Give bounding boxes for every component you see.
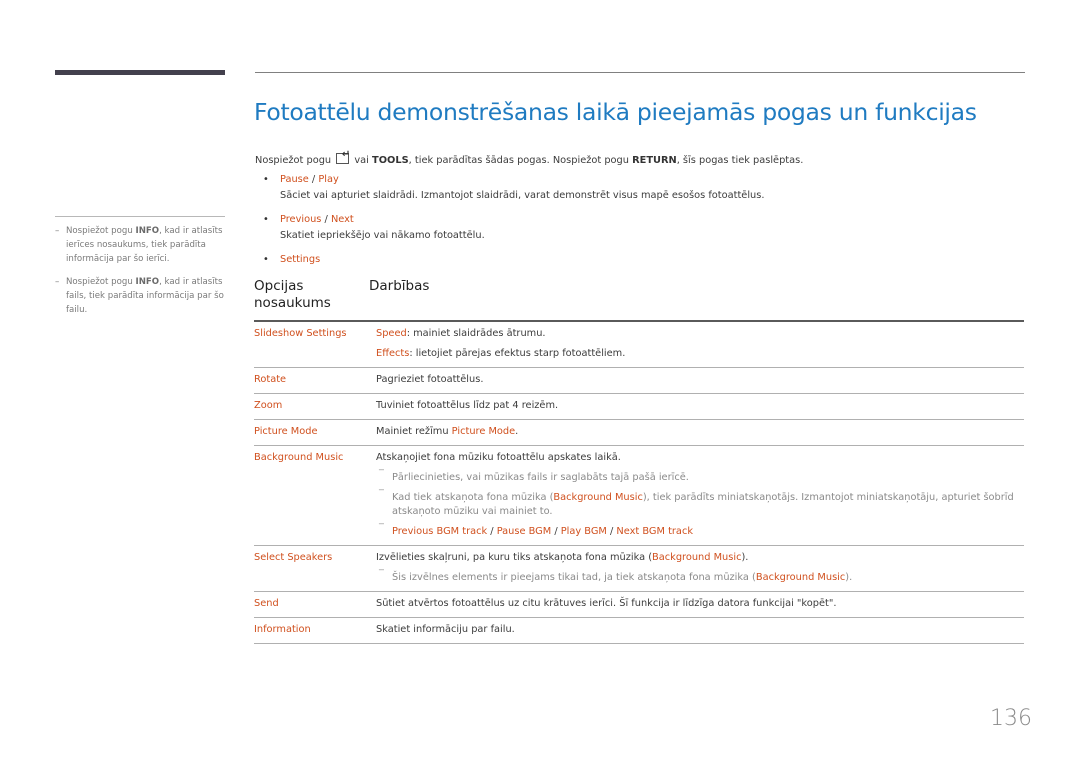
note-text: Nospiežot pogu	[66, 277, 136, 287]
item-description: Skatiet iepriekšējo vai nākamo fotoattēl…	[280, 230, 485, 241]
separator: /	[321, 214, 331, 225]
table-row: Send Sūtiet atvērtos fotoattēlus uz citu…	[254, 592, 1024, 618]
item-description: Sāciet vai apturiet slaidrādi. Izmantojo…	[280, 190, 765, 201]
option-speed: Speed	[376, 328, 407, 339]
separator: /	[308, 174, 319, 185]
list-item: • Settings	[263, 253, 1003, 267]
note-text: Nospiežot pogu	[66, 226, 136, 236]
background-music-ref: Background Music	[652, 552, 742, 563]
intro-text: , tiek parādītas šādas pogas. Nospiežot …	[408, 155, 633, 166]
background-music-ref: Background Music	[755, 572, 846, 583]
key-name: INFO	[135, 277, 160, 287]
sidebar-note: – Nospiežot pogu INFO, kad ir atlasīts i…	[55, 224, 230, 266]
option-text: Atskaņojiet fona mūziku fotoattēlu apska…	[376, 452, 621, 463]
option-name: Background Music	[254, 452, 344, 463]
option-text: Tuviniet fotoattēlus līdz pat 4 reizēm.	[376, 400, 559, 411]
sidebar-note: – Nospiežot pogu INFO, kad ir atlasīts f…	[55, 275, 230, 317]
option-effects: Effects	[376, 348, 410, 359]
option-note: ‾ Pārliecinieties, vai mūzikas fails ir s…	[376, 469, 1024, 485]
bullet-icon: •	[263, 174, 269, 185]
table-row: Slideshow Settings Speed: mainiet slaidr…	[254, 322, 1024, 368]
bullet-icon: •	[263, 214, 269, 225]
option-text: : mainiet slaidrādes ātrumu.	[406, 328, 546, 339]
column-header-action: Darbības	[369, 278, 430, 294]
option-note: ‾ Šis izvēlnes elements ir pieejams tikai…	[376, 569, 1024, 585]
table-row: Select Speakers Izvēlieties skaļruni, pa…	[254, 546, 1024, 592]
picture-mode-ref: Picture Mode	[451, 426, 516, 437]
list-item: • Previous / Next Skatiet iepriekšējo va…	[263, 213, 1003, 243]
intro-text: , šīs pogas tiek paslēptas.	[676, 155, 804, 166]
option-text: Mainiet režīmu	[376, 426, 452, 437]
page-title: Fotoattēlu demonstrēšanas laikā pieejamā…	[254, 98, 977, 126]
option-name: Zoom	[254, 400, 283, 411]
button-list: • Pause / Play Sāciet vai apturiet slaid…	[263, 173, 1003, 277]
option-text: Izvēlieties skaļruni, pa kuru tiks atska…	[376, 552, 653, 563]
note-dash-icon: ‾	[379, 489, 384, 500]
option-note: ‾ Previous BGM track / Pause BGM / Play B…	[376, 523, 1024, 539]
options-table: Slideshow Settings Speed: mainiet slaidr…	[254, 322, 1024, 644]
bgm-control-previous: Previous BGM track	[392, 526, 488, 537]
option-name: Send	[254, 598, 279, 609]
separator: /	[606, 526, 617, 537]
column-header-option: Opcijas nosaukums	[254, 278, 331, 311]
bgm-control-next: Next BGM track	[616, 526, 693, 537]
button-label-previous: Previous	[280, 214, 322, 225]
note-dash-icon: ‾	[379, 523, 384, 534]
intro-paragraph: Nospiežot pogu vai TOOLS, tiek parādītas…	[255, 149, 804, 166]
separator: /	[487, 526, 497, 537]
option-name: Slideshow Settings	[254, 328, 347, 339]
table-row: Zoom Tuviniet fotoattēlus līdz pat 4 rei…	[254, 394, 1024, 420]
option-text: .	[515, 426, 519, 437]
sidebar-notes: – Nospiežot pogu INFO, kad ir atlasīts i…	[55, 224, 230, 326]
header-rule	[255, 72, 1025, 73]
option-text: : lietojiet pārejas efektus starp fotoat…	[409, 348, 626, 359]
intro-text: vai	[351, 155, 373, 166]
key-return: RETURN	[632, 155, 677, 166]
table-row: Rotate Pagrieziet fotoattēlus.	[254, 368, 1024, 394]
note-text: Kad tiek atskaņota fona mūzika (	[392, 492, 554, 503]
table-row: Background Music Atskaņojiet fona mūziku…	[254, 446, 1024, 546]
option-note: ‾ Kad tiek atskaņota fona mūzika (Backgro…	[376, 489, 1024, 519]
chapter-marker-bar	[55, 70, 225, 75]
table-row: Information Skatiet informāciju par fail…	[254, 618, 1024, 644]
list-item: • Pause / Play Sāciet vai apturiet slaid…	[263, 173, 1003, 203]
button-label-pause: Pause	[280, 174, 309, 185]
key-tools: TOOLS	[372, 155, 409, 166]
key-name: INFO	[135, 226, 160, 236]
note-text: Šis izvēlnes elements ir pieejams tikai …	[392, 572, 756, 583]
button-label-settings: Settings	[280, 254, 321, 265]
option-name: Rotate	[254, 374, 287, 385]
option-text: Pagrieziet fotoattēlus.	[376, 374, 484, 385]
note-text: ).	[845, 572, 853, 583]
tools-remote-icon	[336, 149, 350, 164]
option-name: Select Speakers	[254, 552, 333, 563]
bgm-control-play: Play BGM	[560, 526, 607, 537]
bgm-control-pause: Pause BGM	[496, 526, 552, 537]
bullet-icon: •	[263, 254, 269, 265]
option-text: Skatiet informāciju par failu.	[376, 624, 515, 635]
note-dash-icon: ‾	[379, 569, 384, 580]
table-row: Picture Mode Mainiet režīmu Picture Mode…	[254, 420, 1024, 446]
option-name: Information	[254, 624, 311, 635]
note-dash-icon: ‾	[379, 469, 384, 480]
option-name: Picture Mode	[254, 426, 318, 437]
option-text: Sūtiet atvērtos fotoattēlus uz citu krāt…	[376, 598, 837, 609]
option-text: ).	[741, 552, 749, 563]
button-label-next: Next	[330, 214, 354, 225]
button-label-play: Play	[318, 174, 339, 185]
intro-text: Nospiežot pogu	[255, 155, 335, 166]
separator: /	[551, 526, 561, 537]
page-number: 136	[990, 706, 1032, 731]
dash-icon: –	[55, 277, 60, 287]
background-music-ref: Background Music	[553, 492, 643, 503]
dash-icon: –	[55, 226, 60, 236]
note-text: Pārliecinieties, vai mūzikas fails ir sa…	[392, 472, 689, 483]
sidebar-rule	[55, 216, 225, 217]
